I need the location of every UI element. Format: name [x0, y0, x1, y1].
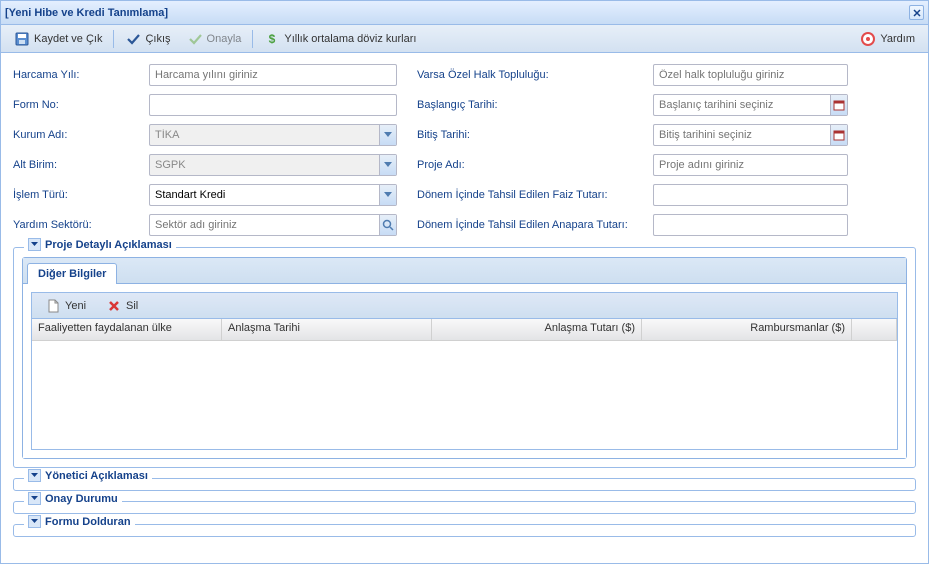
search-icon — [382, 219, 394, 231]
delete-icon — [106, 298, 122, 314]
baslangic-date[interactable] — [653, 94, 848, 116]
onay-fieldset: Onay Durumu — [13, 501, 916, 514]
kurum-adi-trigger[interactable] — [379, 125, 396, 145]
yonetici-fieldset: Yönetici Açıklaması — [13, 478, 916, 491]
label-proje-adi: Proje Adı: — [417, 159, 647, 171]
label-bitis: Bitiş Tarihi: — [417, 129, 647, 141]
label-islem-turu: İşlem Türü: — [13, 189, 143, 201]
grid-panel: Yeni Sil Faaliyetten faydalanan ülke Anl… — [31, 292, 898, 450]
anapara-tutari-input[interactable] — [653, 214, 848, 236]
exit-button[interactable]: Çıkış — [118, 28, 177, 50]
label-kurum-adi: Kurum Adı: — [13, 129, 143, 141]
help-button[interactable]: Yardım — [853, 28, 922, 50]
yardim-sektoru-input[interactable] — [149, 214, 397, 236]
chevron-down-icon — [384, 192, 392, 198]
grid-body[interactable] — [32, 341, 897, 449]
label-yardim-sektoru: Yardım Sektörü: — [13, 219, 143, 231]
disk-icon — [14, 31, 30, 47]
grid-toolbar: Yeni Sil — [32, 293, 897, 319]
islem-turu-trigger[interactable] — [379, 185, 396, 205]
bitis-date-trigger[interactable] — [830, 125, 847, 145]
alt-birim-select[interactable] — [149, 154, 397, 176]
check-green-icon — [187, 31, 203, 47]
window-title: [Yeni Hibe ve Kredi Tanımlama] — [5, 7, 168, 19]
faiz-tutari-input[interactable] — [653, 184, 848, 206]
svg-text:$: $ — [269, 32, 276, 46]
col-spacer — [852, 319, 897, 340]
toolbar: Kaydet ve Çık Çıkış Onayla $ Yıllık orta… — [1, 25, 928, 53]
approve-button: Onayla — [180, 28, 249, 50]
tab-strip: Diğer Bilgiler — [23, 258, 906, 284]
save-exit-button[interactable]: Kaydet ve Çık — [7, 28, 109, 50]
form-right-column: Varsa Özel Halk Topluluğu: Başlangıç Tar… — [417, 63, 848, 237]
col-ulke[interactable]: Faaliyetten faydalanan ülke — [32, 319, 222, 340]
form-left-column: Harcama Yılı: Form No: Kurum Adı: Alt Bi… — [13, 63, 397, 237]
proje-detay-legend: Proje Detaylı Açıklaması — [45, 239, 172, 251]
tabs: Diğer Bilgiler Yeni Sil — [22, 257, 907, 459]
toolbar-separator — [252, 30, 253, 48]
yonetici-legend: Yönetici Açıklaması — [45, 470, 148, 482]
label-faiz-tutari: Dönem İçinde Tahsil Edilen Faiz Tutarı: — [417, 189, 647, 201]
window: [Yeni Hibe ve Kredi Tanımlama] Kaydet ve… — [0, 0, 929, 564]
islem-turu-select[interactable] — [149, 184, 397, 206]
close-icon — [913, 9, 921, 17]
onay-legend: Onay Durumu — [45, 493, 118, 505]
tab-body: Yeni Sil Faaliyetten faydalanan ülke Anl… — [23, 284, 906, 458]
formu-dolduran-legend: Formu Dolduran — [45, 516, 131, 528]
form-grid: Harcama Yılı: Form No: Kurum Adı: Alt Bi… — [13, 63, 916, 237]
formu-dolduran-collapse[interactable] — [28, 515, 41, 528]
grid-delete-button[interactable]: Sil — [99, 295, 145, 317]
harcama-yili-input[interactable] — [149, 64, 397, 86]
label-form-no: Form No: — [13, 99, 143, 111]
chevron-down-icon — [31, 519, 38, 524]
calendar-icon — [833, 99, 845, 111]
chevron-down-icon — [384, 132, 392, 138]
fx-rates-button[interactable]: $ Yıllık ortalama döviz kurları — [257, 28, 423, 50]
onay-collapse[interactable] — [28, 492, 41, 505]
baslangic-date-trigger[interactable] — [830, 95, 847, 115]
proje-detay-fieldset: Proje Detaylı Açıklaması Diğer Bilgiler … — [13, 247, 916, 468]
close-button[interactable] — [909, 5, 924, 20]
ozel-halk-input[interactable] — [653, 64, 848, 86]
yonetici-collapse[interactable] — [28, 469, 41, 482]
col-anlasma-tarihi[interactable]: Anlaşma Tarihi — [222, 319, 432, 340]
grid-header: Faaliyetten faydalanan ülke Anlaşma Tari… — [32, 319, 897, 341]
proje-adi-input[interactable] — [653, 154, 848, 176]
label-harcama-yili: Harcama Yılı: — [13, 69, 143, 81]
label-alt-birim: Alt Birim: — [13, 159, 143, 171]
label-ozel-halk: Varsa Özel Halk Topluluğu: — [417, 69, 647, 81]
chevron-down-icon — [31, 242, 38, 247]
dollar-icon: $ — [264, 31, 280, 47]
bitis-date[interactable] — [653, 124, 848, 146]
kurum-adi-select[interactable] — [149, 124, 397, 146]
col-anlasma-tutari[interactable]: Anlaşma Tutarı ($) — [432, 319, 642, 340]
title-bar: [Yeni Hibe ve Kredi Tanımlama] — [1, 1, 928, 25]
grid-new-button[interactable]: Yeni — [38, 295, 93, 317]
chevron-down-icon — [31, 473, 38, 478]
page-icon — [45, 298, 61, 314]
label-baslangic: Başlangıç Tarihi: — [417, 99, 647, 111]
proje-detay-collapse[interactable] — [28, 238, 41, 251]
col-rambursmanlar[interactable]: Rambursmanlar ($) — [642, 319, 852, 340]
calendar-icon — [833, 129, 845, 141]
check-icon — [125, 31, 141, 47]
yardim-sektoru-search[interactable] — [379, 215, 396, 235]
content-area: Harcama Yılı: Form No: Kurum Adı: Alt Bi… — [1, 53, 928, 563]
toolbar-separator — [113, 30, 114, 48]
chevron-down-icon — [384, 162, 392, 168]
alt-birim-trigger[interactable] — [379, 155, 396, 175]
form-no-input[interactable] — [149, 94, 397, 116]
chevron-down-icon — [31, 496, 38, 501]
label-anapara-tutari: Dönem İçinde Tahsil Edilen Anapara Tutar… — [417, 219, 647, 231]
tab-diger-bilgiler[interactable]: Diğer Bilgiler — [27, 263, 117, 284]
formu-dolduran-fieldset: Formu Dolduran — [13, 524, 916, 537]
help-icon — [860, 31, 876, 47]
